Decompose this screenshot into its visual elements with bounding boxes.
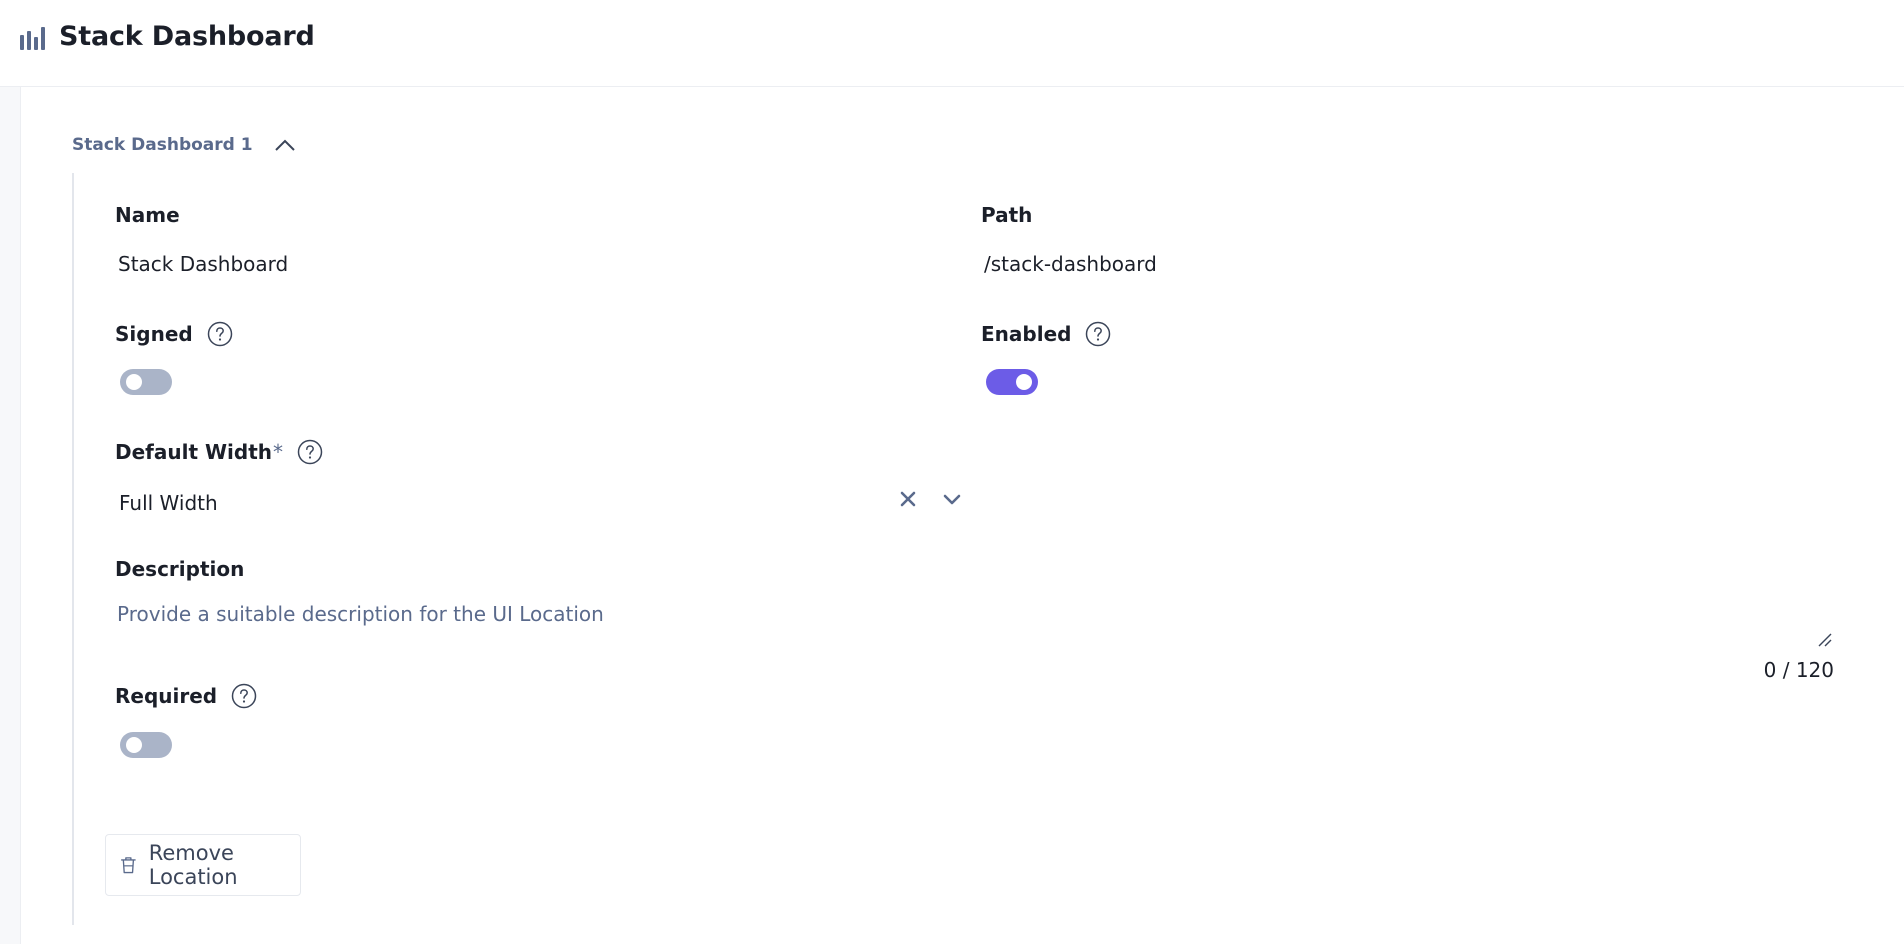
- description-label-text: Description: [115, 557, 245, 581]
- toggle-knob: [1016, 374, 1032, 390]
- character-counter: 0 / 120: [1763, 658, 1834, 682]
- default-width-label-text: Default Width: [115, 440, 273, 464]
- enabled-toggle[interactable]: [986, 369, 1038, 395]
- name-label: Name: [115, 203, 180, 227]
- path-label: Path: [981, 203, 1032, 227]
- enabled-label: Enabled: [981, 321, 1111, 347]
- help-icon[interactable]: [207, 321, 233, 347]
- toggle-knob: [126, 737, 142, 753]
- required-label: Required: [115, 683, 257, 709]
- enabled-label-text: Enabled: [981, 322, 1072, 346]
- section-toggle[interactable]: Stack Dashboard 1: [72, 130, 297, 160]
- description-textarea[interactable]: [115, 598, 1831, 664]
- signed-label-text: Signed: [115, 322, 193, 346]
- default-width-value: Full Width: [119, 491, 218, 515]
- required-toggle[interactable]: [120, 732, 172, 758]
- name-label-text: Name: [115, 203, 180, 227]
- name-value[interactable]: Stack Dashboard: [118, 252, 288, 276]
- chevron-down-icon[interactable]: [939, 487, 965, 511]
- help-icon[interactable]: [231, 683, 257, 709]
- remove-location-button[interactable]: Remove Location: [105, 834, 301, 896]
- help-icon[interactable]: [1085, 321, 1111, 347]
- toggle-knob: [126, 374, 142, 390]
- section-title: Stack Dashboard 1: [72, 135, 253, 155]
- page-title: Stack Dashboard: [59, 21, 315, 52]
- location-panel: Stack Dashboard 1 Name Stack Dashboard P…: [20, 87, 1904, 944]
- path-label-text: Path: [981, 203, 1033, 227]
- signed-toggle[interactable]: [120, 369, 172, 395]
- chevron-up-icon[interactable]: [273, 137, 297, 153]
- required-asterisk: *: [273, 440, 284, 464]
- path-value[interactable]: /stack-dashboard: [984, 252, 1157, 276]
- clear-icon[interactable]: [896, 487, 920, 511]
- help-icon[interactable]: [297, 439, 323, 465]
- remove-location-label: Remove Location: [148, 841, 238, 889]
- signed-label: Signed: [115, 321, 233, 347]
- required-label-text: Required: [115, 684, 218, 708]
- default-width-select[interactable]: Full Width: [115, 483, 945, 523]
- resize-handle-icon[interactable]: [1817, 632, 1833, 648]
- trash-icon: [121, 857, 136, 874]
- bar-chart-icon: [20, 27, 45, 50]
- description-label: Description: [115, 557, 244, 581]
- default-width-label: Default Width *: [115, 439, 323, 465]
- top-bar: Stack Dashboard: [0, 0, 1904, 87]
- section-body: Name Stack Dashboard Path /stack-dashboa…: [72, 173, 1885, 925]
